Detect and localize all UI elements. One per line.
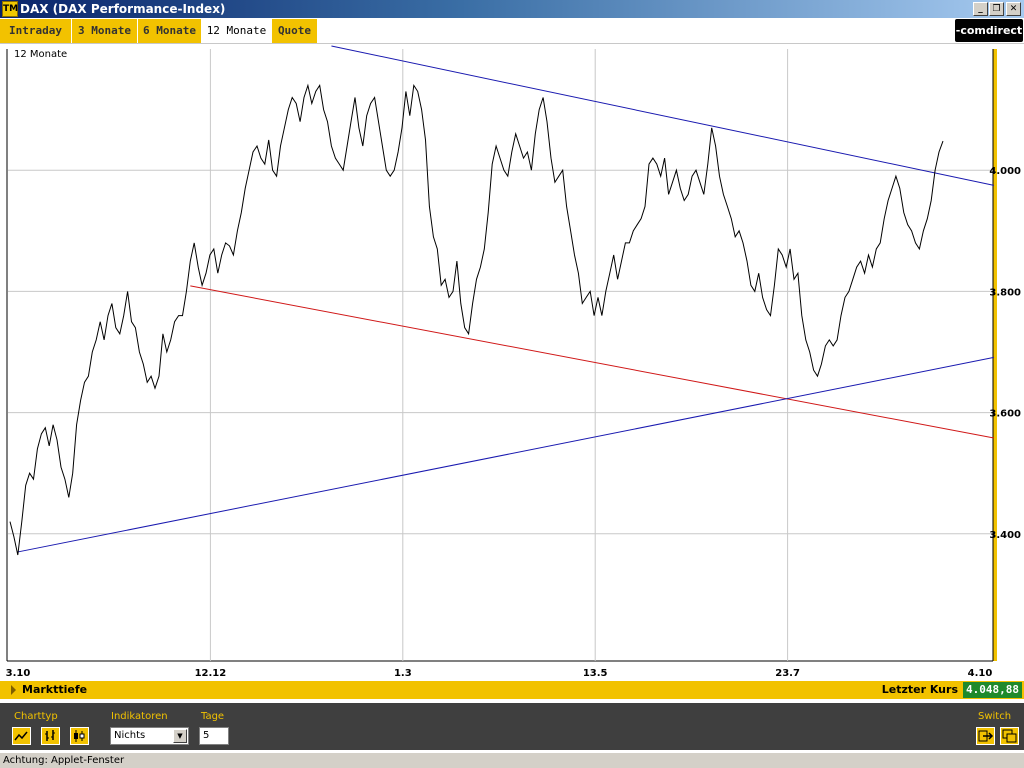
close-button[interactable]: ✕: [1006, 2, 1021, 16]
candlestick-chart-button[interactable]: [70, 727, 89, 745]
y-tick-label: 3.600: [989, 409, 1021, 420]
chevron-down-icon[interactable]: ▼: [173, 729, 187, 743]
chart-type-label: Charttyp: [14, 711, 58, 722]
y-tick-label: 4.000: [989, 166, 1021, 177]
indicator-selected-value: Nichts: [114, 730, 146, 741]
tab-quote[interactable]: Quote: [272, 19, 318, 43]
window-icon: [1002, 729, 1017, 743]
ohlc-bars-icon: [45, 730, 55, 741]
y-tick-label: 3.800: [989, 287, 1021, 298]
indicators-label: Indikatoren: [111, 711, 168, 722]
status-bar: Achtung: Applet-Fenster: [0, 752, 1024, 768]
indicator-select[interactable]: Nichts ▼: [110, 727, 189, 745]
line-chart-icon: [14, 731, 28, 741]
expand-arrow-icon[interactable]: [11, 685, 16, 695]
switch-label: Switch: [978, 711, 1012, 722]
chart-controls-panel: Charttyp Indikatoren Nichts ▼ Tage 5 Swi…: [0, 703, 1024, 750]
window-title: DAX (DAX Performance-Index): [20, 2, 226, 16]
restore-button[interactable]: ❐: [989, 2, 1004, 16]
switch-window-button[interactable]: [1000, 727, 1019, 745]
price-chart[interactable]: 3.10 12.12 1.3 13.5 23.7 4.10 3.400 3.600 3.800…: [0, 44, 1024, 681]
last-price-label: Letzter Kurs: [881, 683, 958, 696]
minimize-button[interactable]: _: [973, 2, 988, 16]
days-input[interactable]: 5: [199, 727, 229, 745]
candlestick-icon: [74, 730, 85, 742]
x-tick-label: 4.10: [968, 668, 993, 679]
status-text: Achtung: Applet-Fenster: [3, 755, 125, 766]
app-icon: TM: [2, 1, 18, 17]
x-tick-label: 12.12: [195, 668, 227, 679]
chart-period-label: 12 Monate: [14, 49, 67, 60]
period-tab-bar: Intraday 3 Monate 6 Monate 12 Monate Quo…: [0, 18, 1024, 44]
line-chart-button[interactable]: [12, 727, 31, 745]
y-axis-strip: [993, 49, 997, 661]
comdirect-logo: -comdirect: [955, 19, 1023, 42]
x-tick-label: 1.3: [394, 668, 412, 679]
export-icon: [978, 730, 994, 742]
window-titlebar[interactable]: TM DAX (DAX Performance-Index) _ ❐ ✕: [0, 0, 1024, 18]
ohlc-chart-button[interactable]: [41, 727, 60, 745]
last-price-value: 4.048,88: [963, 682, 1022, 698]
days-label: Tage: [201, 711, 225, 722]
x-tick-label: 3.10: [6, 668, 31, 679]
tab-3-monate[interactable]: 3 Monate: [72, 19, 138, 43]
market-bar: Markttiefe Letzter Kurs 4.048,88: [0, 681, 1024, 699]
x-tick-label: 23.7: [775, 668, 800, 679]
switch-export-button[interactable]: [976, 727, 995, 745]
tab-12-monate[interactable]: 12 Monate: [202, 19, 272, 43]
chart-background: [0, 44, 1024, 681]
x-tick-label: 13.5: [583, 668, 608, 679]
tab-intraday[interactable]: Intraday: [0, 19, 72, 43]
y-tick-label: 3.400: [989, 530, 1021, 541]
market-depth-link[interactable]: Markttiefe: [22, 682, 87, 698]
tab-6-monate[interactable]: 6 Monate: [138, 19, 202, 43]
